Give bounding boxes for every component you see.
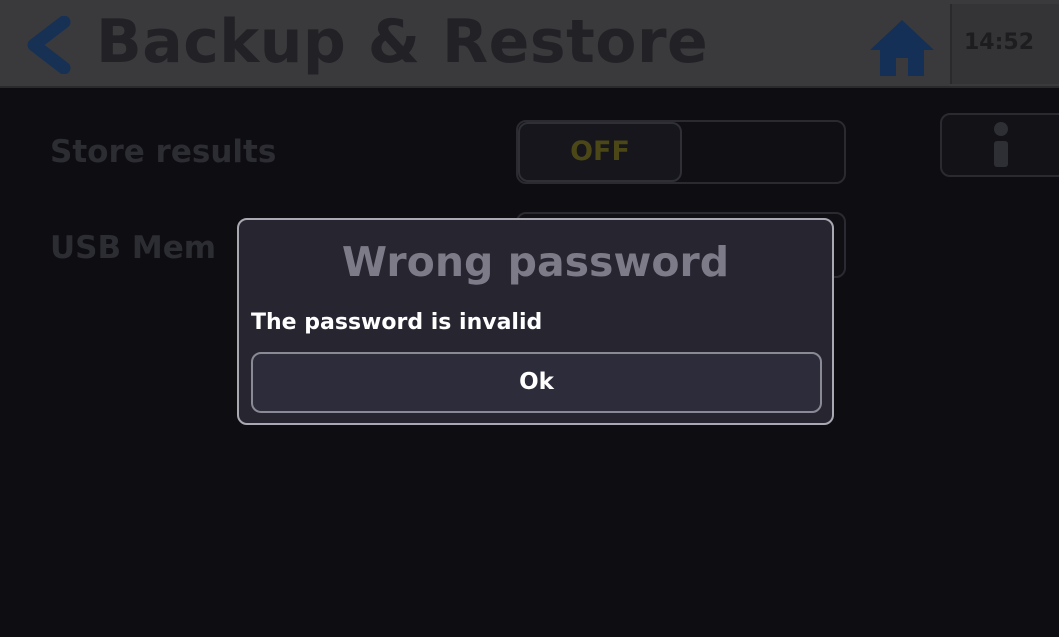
info-icon bbox=[994, 122, 1008, 167]
dialog-title: Wrong password bbox=[341, 238, 730, 286]
info-button[interactable] bbox=[940, 113, 1059, 177]
dialog-message: The password is invalid bbox=[251, 310, 543, 335]
clock-time: 14:52 bbox=[964, 30, 1035, 55]
toggle-state-text: OFF bbox=[570, 136, 630, 167]
backup-restore-screen: Backup & Restore 14:52 Store results OFF… bbox=[0, 0, 1059, 637]
home-button[interactable] bbox=[868, 18, 936, 78]
page-title: Backup & Restore bbox=[96, 7, 709, 77]
store-results-toggle[interactable]: OFF bbox=[516, 120, 846, 184]
ok-button[interactable]: Ok bbox=[251, 352, 822, 413]
ok-button-label: Ok bbox=[519, 369, 554, 395]
store-results-label: Store results bbox=[50, 134, 277, 170]
chevron-left-icon bbox=[27, 15, 71, 75]
header-bar: Backup & Restore 14:52 bbox=[0, 0, 1059, 88]
home-icon bbox=[870, 20, 934, 76]
usb-memory-label: USB Mem bbox=[50, 230, 217, 266]
back-button[interactable] bbox=[22, 15, 74, 75]
wrong-password-dialog: Wrong password The password is invalid O… bbox=[237, 218, 834, 425]
